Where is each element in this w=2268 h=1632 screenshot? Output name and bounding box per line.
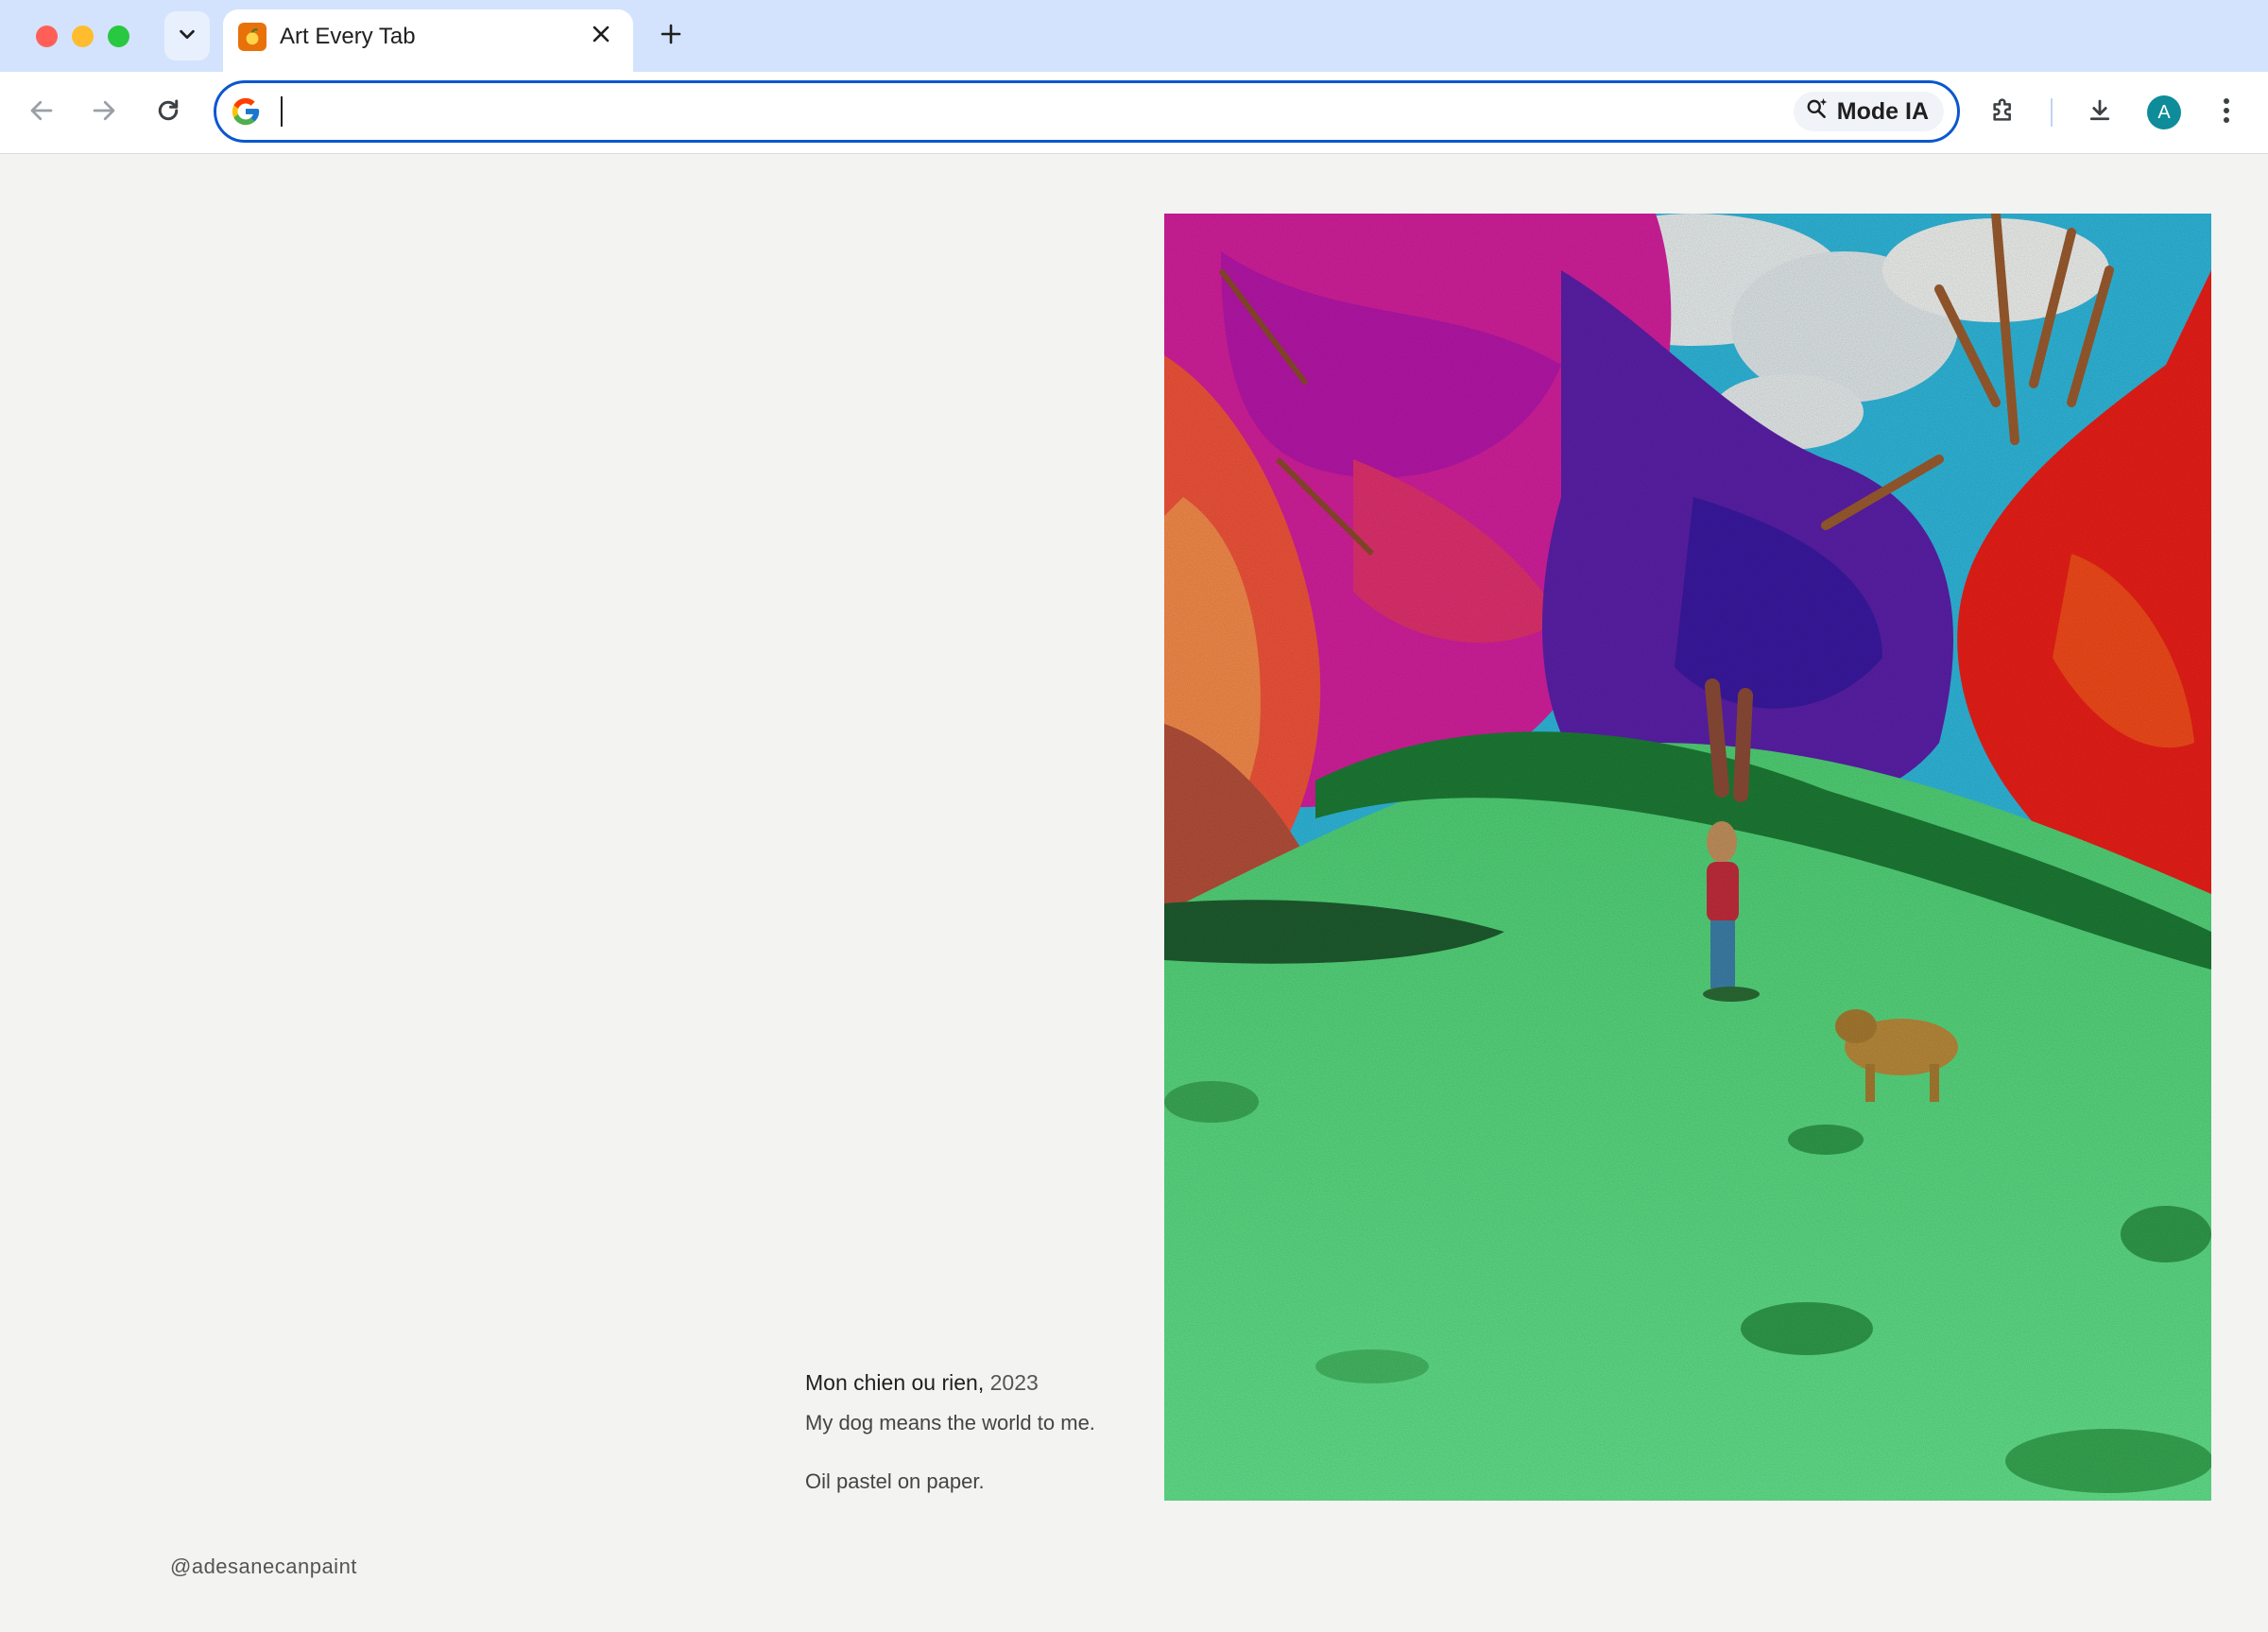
artwork-medium: Oil pastel on paper. xyxy=(805,1469,985,1493)
tab-title: Art Every Tab xyxy=(280,24,416,49)
tab-close-button[interactable] xyxy=(586,21,616,51)
artwork-year: 2023 xyxy=(989,1370,1039,1395)
window-close-button[interactable] xyxy=(36,26,58,47)
artwork-description: My dog means the world to me. xyxy=(805,1411,1095,1434)
active-tab[interactable]: Art Every Tab xyxy=(223,9,633,72)
back-button[interactable] xyxy=(19,90,64,135)
reload-icon xyxy=(154,96,182,129)
window-maximize-button[interactable] xyxy=(108,26,129,47)
arrow-right-icon xyxy=(90,96,118,129)
tab-strip: Art Every Tab xyxy=(0,0,2268,72)
reload-button[interactable] xyxy=(146,90,191,135)
window-minimize-button[interactable] xyxy=(72,26,94,47)
puzzle-piece-icon xyxy=(1988,95,2019,130)
artwork-title: Mon chien ou rien, xyxy=(805,1370,985,1395)
extensions-button[interactable] xyxy=(1981,90,2026,135)
artwork-caption: Mon chien ou rien, 2023 My dog means the… xyxy=(805,1367,1145,1496)
search-sparkle-icon xyxy=(1805,96,1830,128)
text-caret xyxy=(281,96,283,127)
orange-blob-favicon-icon xyxy=(238,23,266,51)
artist-handle-link[interactable]: @adesanecanpaint xyxy=(170,1555,357,1579)
download-icon xyxy=(2086,96,2114,129)
downloads-button[interactable] xyxy=(2077,90,2122,135)
arrow-left-icon xyxy=(27,96,56,129)
google-logo-icon xyxy=(230,95,262,128)
chevron-down-icon xyxy=(177,24,198,49)
forward-button[interactable] xyxy=(81,90,127,135)
artwork-image xyxy=(1164,214,2211,1501)
more-vertical-icon xyxy=(2222,97,2231,129)
ai-mode-label: Mode IA xyxy=(1836,97,1929,125)
plus-icon xyxy=(661,24,681,49)
omnibox-input[interactable] xyxy=(284,91,1989,134)
browser-toolbar: Mode IA A xyxy=(0,72,2268,154)
new-tab-button[interactable] xyxy=(652,17,690,55)
close-icon xyxy=(593,26,610,47)
address-bar[interactable]: Mode IA xyxy=(214,80,1989,143)
artwork-title-line: Mon chien ou rien, 2023 xyxy=(805,1367,1145,1398)
ai-mode-button[interactable]: Mode IA xyxy=(1793,92,1944,131)
profile-button[interactable]: A xyxy=(2141,90,2187,135)
menu-button[interactable] xyxy=(2204,90,2249,135)
toolbar-divider xyxy=(2051,98,2053,127)
avatar: A xyxy=(2147,95,2181,129)
tab-search-button[interactable] xyxy=(164,11,210,60)
